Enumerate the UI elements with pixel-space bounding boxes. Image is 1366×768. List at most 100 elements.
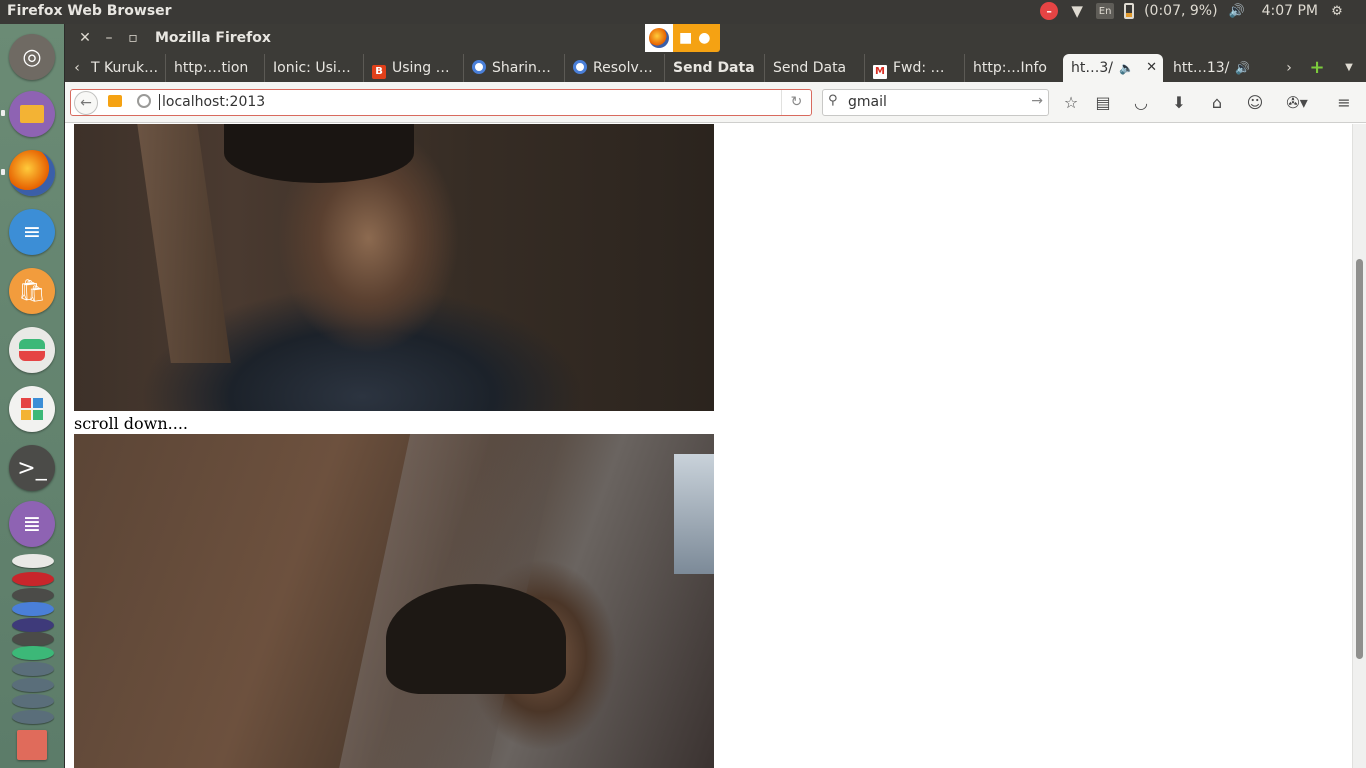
power-gear-icon[interactable]: ⚙ xyxy=(1328,2,1346,20)
atom-icon[interactable] xyxy=(12,554,54,568)
tab[interactable]: Send Data xyxy=(664,54,761,82)
search-input[interactable]: gmail xyxy=(848,94,887,110)
back-arrow-icon[interactable]: ← xyxy=(74,91,98,115)
misc-app3-icon[interactable] xyxy=(12,710,54,724)
tab-active[interactable]: ht…3/ 🔈 ✕ xyxy=(1063,54,1163,82)
tab[interactable]: Send Data xyxy=(764,54,861,82)
wifi-icon[interactable]: ▼ xyxy=(1068,2,1086,20)
firefox-window: ✕ – ▫ Mozilla Firefox ■ ● ‹ T Kuruk… htt… xyxy=(65,24,1366,768)
tab-label: Sharin… xyxy=(492,60,551,76)
tab-label: ht…3/ xyxy=(1071,60,1113,76)
close-window-icon[interactable]: ✕ xyxy=(77,30,93,46)
page-scrollbar[interactable] xyxy=(1352,124,1366,768)
extension-menu-icon[interactable]: ✇▾ xyxy=(1282,92,1312,114)
files-icon[interactable] xyxy=(9,91,55,137)
system-tray: – ▼ En (0:07, 9%) 🔊 4:07 PM ⚙ xyxy=(1040,2,1346,20)
launcher: ◎ ≡ 🛍 >_ ≣ xyxy=(0,24,65,768)
top-panel: Firefox Web Browser – ▼ En (0:07, 9%) 🔊 … xyxy=(0,0,1366,24)
list-all-tabs-icon[interactable]: ▼ xyxy=(1341,54,1357,82)
search-bar[interactable]: ⚲ gmail → xyxy=(822,89,1049,116)
window-title: Mozilla Firefox xyxy=(155,30,271,46)
media-sharing-indicator[interactable]: ■ ● xyxy=(645,24,720,52)
tab-label: Send Data xyxy=(673,60,755,76)
camera-sharing-icon[interactable]: ■ xyxy=(679,30,692,46)
tab-label: htt…13/ xyxy=(1173,60,1230,76)
system-settings-icon[interactable] xyxy=(9,327,55,373)
home-icon[interactable]: ⌂ xyxy=(1206,92,1228,114)
tab[interactable]: http:…Info xyxy=(964,54,1061,82)
camera-permission-icon[interactable] xyxy=(108,95,122,107)
close-tab-icon[interactable]: ✕ xyxy=(1146,54,1157,82)
writer-icon[interactable]: ≡ xyxy=(9,209,55,255)
titlebar: ✕ – ▫ Mozilla Firefox ■ ● xyxy=(65,24,1366,54)
tab[interactable]: M Fwd: … xyxy=(864,54,961,82)
tab[interactable]: Resolv… xyxy=(564,54,661,82)
chrome-favicon xyxy=(472,60,486,74)
scroll-tabs-right-icon[interactable]: › xyxy=(1281,54,1297,82)
panel-app-title: Firefox Web Browser xyxy=(7,3,172,19)
terminal-icon[interactable]: >_ xyxy=(9,445,55,491)
battery-text[interactable]: (0:07, 9%) xyxy=(1144,3,1217,19)
reload-icon[interactable]: ↻ xyxy=(781,90,811,115)
remote-video[interactable] xyxy=(74,434,714,768)
do-not-disturb-icon[interactable]: – xyxy=(1040,2,1059,20)
tab[interactable]: T Kuruk… xyxy=(83,54,163,82)
tab-label: Resolv… xyxy=(593,60,653,76)
gmail-favicon: M xyxy=(873,65,887,79)
site-identity-icon[interactable] xyxy=(137,94,151,108)
scrollbar-thumb[interactable] xyxy=(1356,259,1363,659)
reading-list-icon[interactable]: ▤ xyxy=(1092,92,1114,114)
firefox-logo-icon xyxy=(645,24,673,52)
navigation-bar: ← localhost:2013 ↻ ⚲ gmail → ☆ ▤ ◡ ⬇ ⌂ ☺… xyxy=(65,82,1366,123)
microphone-sharing-icon[interactable]: ● xyxy=(698,30,710,46)
eclipse-icon[interactable] xyxy=(12,618,54,632)
text-editor-icon[interactable]: ≣ xyxy=(9,501,55,547)
audio-playing-icon[interactable]: 🔊 xyxy=(1235,61,1250,75)
tab-label: Fwd: … xyxy=(893,60,945,76)
tab[interactable]: B Using … xyxy=(363,54,460,82)
url-text[interactable]: localhost:2013 xyxy=(159,94,265,110)
tab-label: http:…Info xyxy=(973,60,1047,76)
terminal-dark2-icon[interactable] xyxy=(12,632,54,646)
trash-icon[interactable] xyxy=(17,730,47,760)
pocket-icon[interactable]: ◡ xyxy=(1130,92,1152,114)
pycharm-icon[interactable] xyxy=(12,646,54,660)
search-go-arrow-icon[interactable]: → xyxy=(1031,93,1043,109)
misc-app2-icon[interactable] xyxy=(12,694,54,708)
tab-label: http:…tion xyxy=(174,60,249,76)
software-center-icon[interactable]: 🛍 xyxy=(9,268,55,314)
scroll-down-text: scroll down.... xyxy=(74,414,188,433)
url-bar[interactable]: ← localhost:2013 ↻ xyxy=(70,89,812,116)
battery-icon[interactable] xyxy=(1124,3,1135,19)
terminal-red-icon[interactable] xyxy=(12,572,54,586)
bookmark-star-icon[interactable]: ☆ xyxy=(1060,92,1082,114)
hello-chat-icon[interactable]: ☺ xyxy=(1244,92,1266,114)
search-icon: ⚲ xyxy=(828,93,838,108)
keyboard-layout-icon[interactable]: En xyxy=(1096,3,1115,19)
tab-label: T Kuruk… xyxy=(91,60,159,76)
chrome-icon[interactable] xyxy=(12,602,54,616)
tab[interactable]: htt…13/ 🔊 xyxy=(1165,54,1265,82)
local-video[interactable] xyxy=(74,124,714,411)
ubuntu-dash-icon[interactable]: ◎ xyxy=(9,34,55,80)
misc-app-icon[interactable] xyxy=(12,678,54,692)
clock[interactable]: 4:07 PM xyxy=(1262,3,1318,19)
downloads-icon[interactable]: ⬇ xyxy=(1168,92,1190,114)
tab-bar: ‹ T Kuruk… http:…tion Ionic: Usi… B Using… xyxy=(65,54,1366,82)
apps-grid-icon[interactable] xyxy=(9,386,55,432)
maximize-window-icon[interactable]: ▫ xyxy=(125,30,141,46)
audio-playing-icon[interactable]: 🔈 xyxy=(1119,61,1134,75)
sublime-icon[interactable] xyxy=(12,662,54,676)
tab[interactable]: Sharin… xyxy=(463,54,560,82)
tab[interactable]: Ionic: Usi… xyxy=(264,54,361,82)
tab[interactable]: http:…tion xyxy=(165,54,262,82)
minimize-window-icon[interactable]: – xyxy=(101,30,117,46)
new-tab-icon[interactable]: + xyxy=(1309,54,1325,82)
terminal-dark-icon[interactable] xyxy=(12,588,54,602)
tab-label: Ionic: Usi… xyxy=(273,60,351,76)
page-content: scroll down.... xyxy=(66,124,1352,768)
tab-label: Using … xyxy=(392,60,450,76)
firefox-icon[interactable] xyxy=(9,150,55,196)
hamburger-menu-icon[interactable]: ≡ xyxy=(1333,92,1355,114)
volume-icon[interactable]: 🔊 xyxy=(1228,2,1246,20)
